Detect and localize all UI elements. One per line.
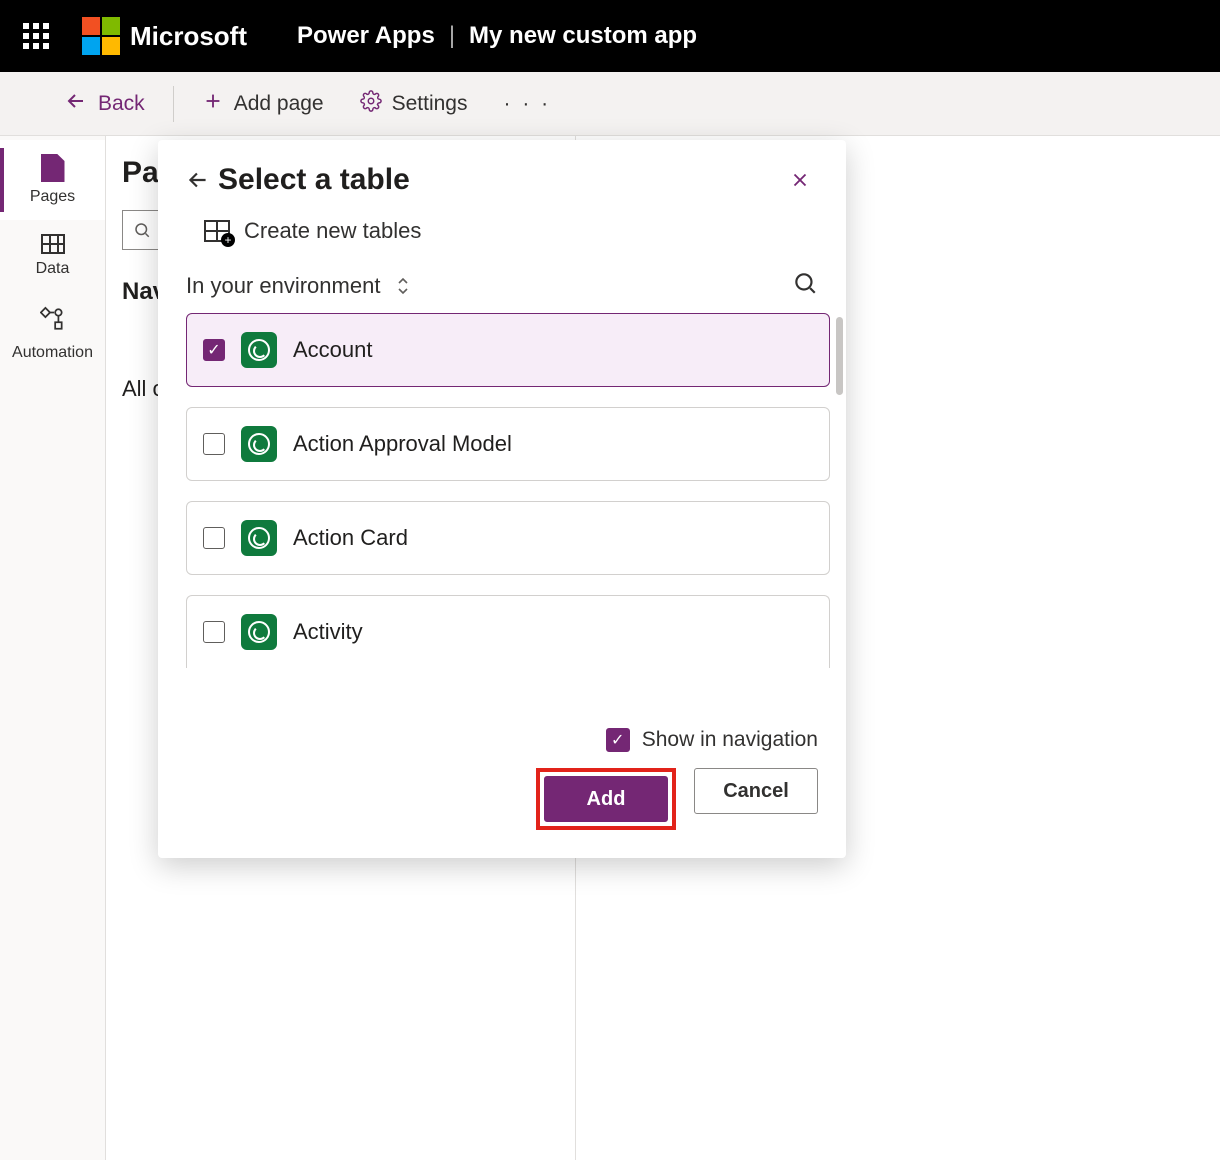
settings-button[interactable]: Settings [346,82,482,126]
environment-label: In your environment [186,273,380,299]
arrow-left-icon [64,89,88,119]
table-label: Action Approval Model [293,431,512,457]
gear-icon [360,90,382,118]
plus-icon [202,90,224,118]
more-button[interactable]: · · · [490,84,566,124]
show-in-navigation-toggle[interactable]: ✓ Show in navigation [606,728,818,752]
dataverse-icon [241,614,277,650]
table-option-action-card[interactable]: Action Card [186,501,830,575]
create-new-label: Create new tables [244,218,421,244]
microsoft-logo[interactable]: Microsoft [82,17,247,55]
rail-pages-label: Pages [30,188,75,206]
table-option-activity[interactable]: Activity [186,595,830,668]
checkbox-unchecked-icon[interactable] [203,527,225,549]
dialog-back-button[interactable] [180,162,216,198]
flow-icon [40,306,66,338]
chevron-up-down-icon [394,275,412,297]
ellipsis-icon: · · · [504,92,552,116]
table-option-account[interactable]: ✓ Account [186,313,830,387]
rail-data-label: Data [36,260,70,278]
dialog-header: Select a table [158,140,846,208]
product-label[interactable]: Power Apps [297,22,435,50]
table-label: Account [293,337,373,363]
command-bar: Back Add page Settings · · · [0,72,1220,136]
rail-item-automation[interactable]: Automation [0,292,105,376]
checkbox-unchecked-icon[interactable] [203,621,225,643]
dataverse-icon [241,520,277,556]
rail-item-pages[interactable]: Pages [0,140,105,220]
search-icon [792,270,818,296]
dialog-button-row: Add Cancel [536,768,818,830]
page-icon [41,154,65,182]
breadcrumb-separator: | [449,22,455,50]
table-search-button[interactable] [792,270,818,301]
table-option-action-approval-model[interactable]: Action Approval Model [186,407,830,481]
search-icon [133,221,151,239]
back-label: Back [98,92,145,116]
settings-label: Settings [392,92,468,116]
app-launcher-button[interactable] [0,0,72,72]
table-list: ✓ Account Action Approval Model Action C… [158,313,846,714]
dialog-footer: ✓ Show in navigation Add Cancel [158,714,846,858]
dataverse-icon [241,426,277,462]
checkbox-unchecked-icon[interactable] [203,433,225,455]
separator [173,86,174,122]
brand-label: Microsoft [130,21,247,52]
microsoft-icon [82,17,120,55]
sort-toggle-button[interactable] [394,275,412,297]
app-header: Microsoft Power Apps | My new custom app [0,0,1220,72]
table-label: Action Card [293,525,408,551]
table-icon [41,234,65,254]
create-new-tables-button[interactable]: + Create new tables [158,208,846,264]
waffle-icon [23,23,49,49]
app-title-label: My new custom app [469,22,697,50]
checkbox-checked-icon: ✓ [606,728,630,752]
arrow-left-icon [185,167,211,193]
scrollbar-thumb[interactable] [836,317,843,395]
header-breadcrumb: Power Apps | My new custom app [297,22,697,50]
checkbox-checked-icon[interactable]: ✓ [203,339,225,361]
table-label: Activity [293,619,363,645]
table-plus-icon: + [204,220,230,242]
close-icon [789,169,811,191]
rail-automation-label: Automation [12,344,93,362]
add-button[interactable]: Add [544,776,668,822]
dataverse-icon [241,332,277,368]
dialog-close-button[interactable] [782,162,818,198]
show-nav-label: Show in navigation [642,728,818,752]
environment-row: In your environment [158,264,846,313]
add-page-label: Add page [234,92,324,116]
back-button[interactable]: Back [50,81,159,127]
add-page-button[interactable]: Add page [188,82,338,126]
dialog-title: Select a table [218,163,410,197]
select-table-dialog: Select a table + Create new tables In yo… [158,140,846,858]
cancel-button[interactable]: Cancel [694,768,818,814]
tutorial-highlight: Add [536,768,676,830]
left-rail: Pages Data Automation [0,136,106,1160]
rail-item-data[interactable]: Data [0,220,105,292]
